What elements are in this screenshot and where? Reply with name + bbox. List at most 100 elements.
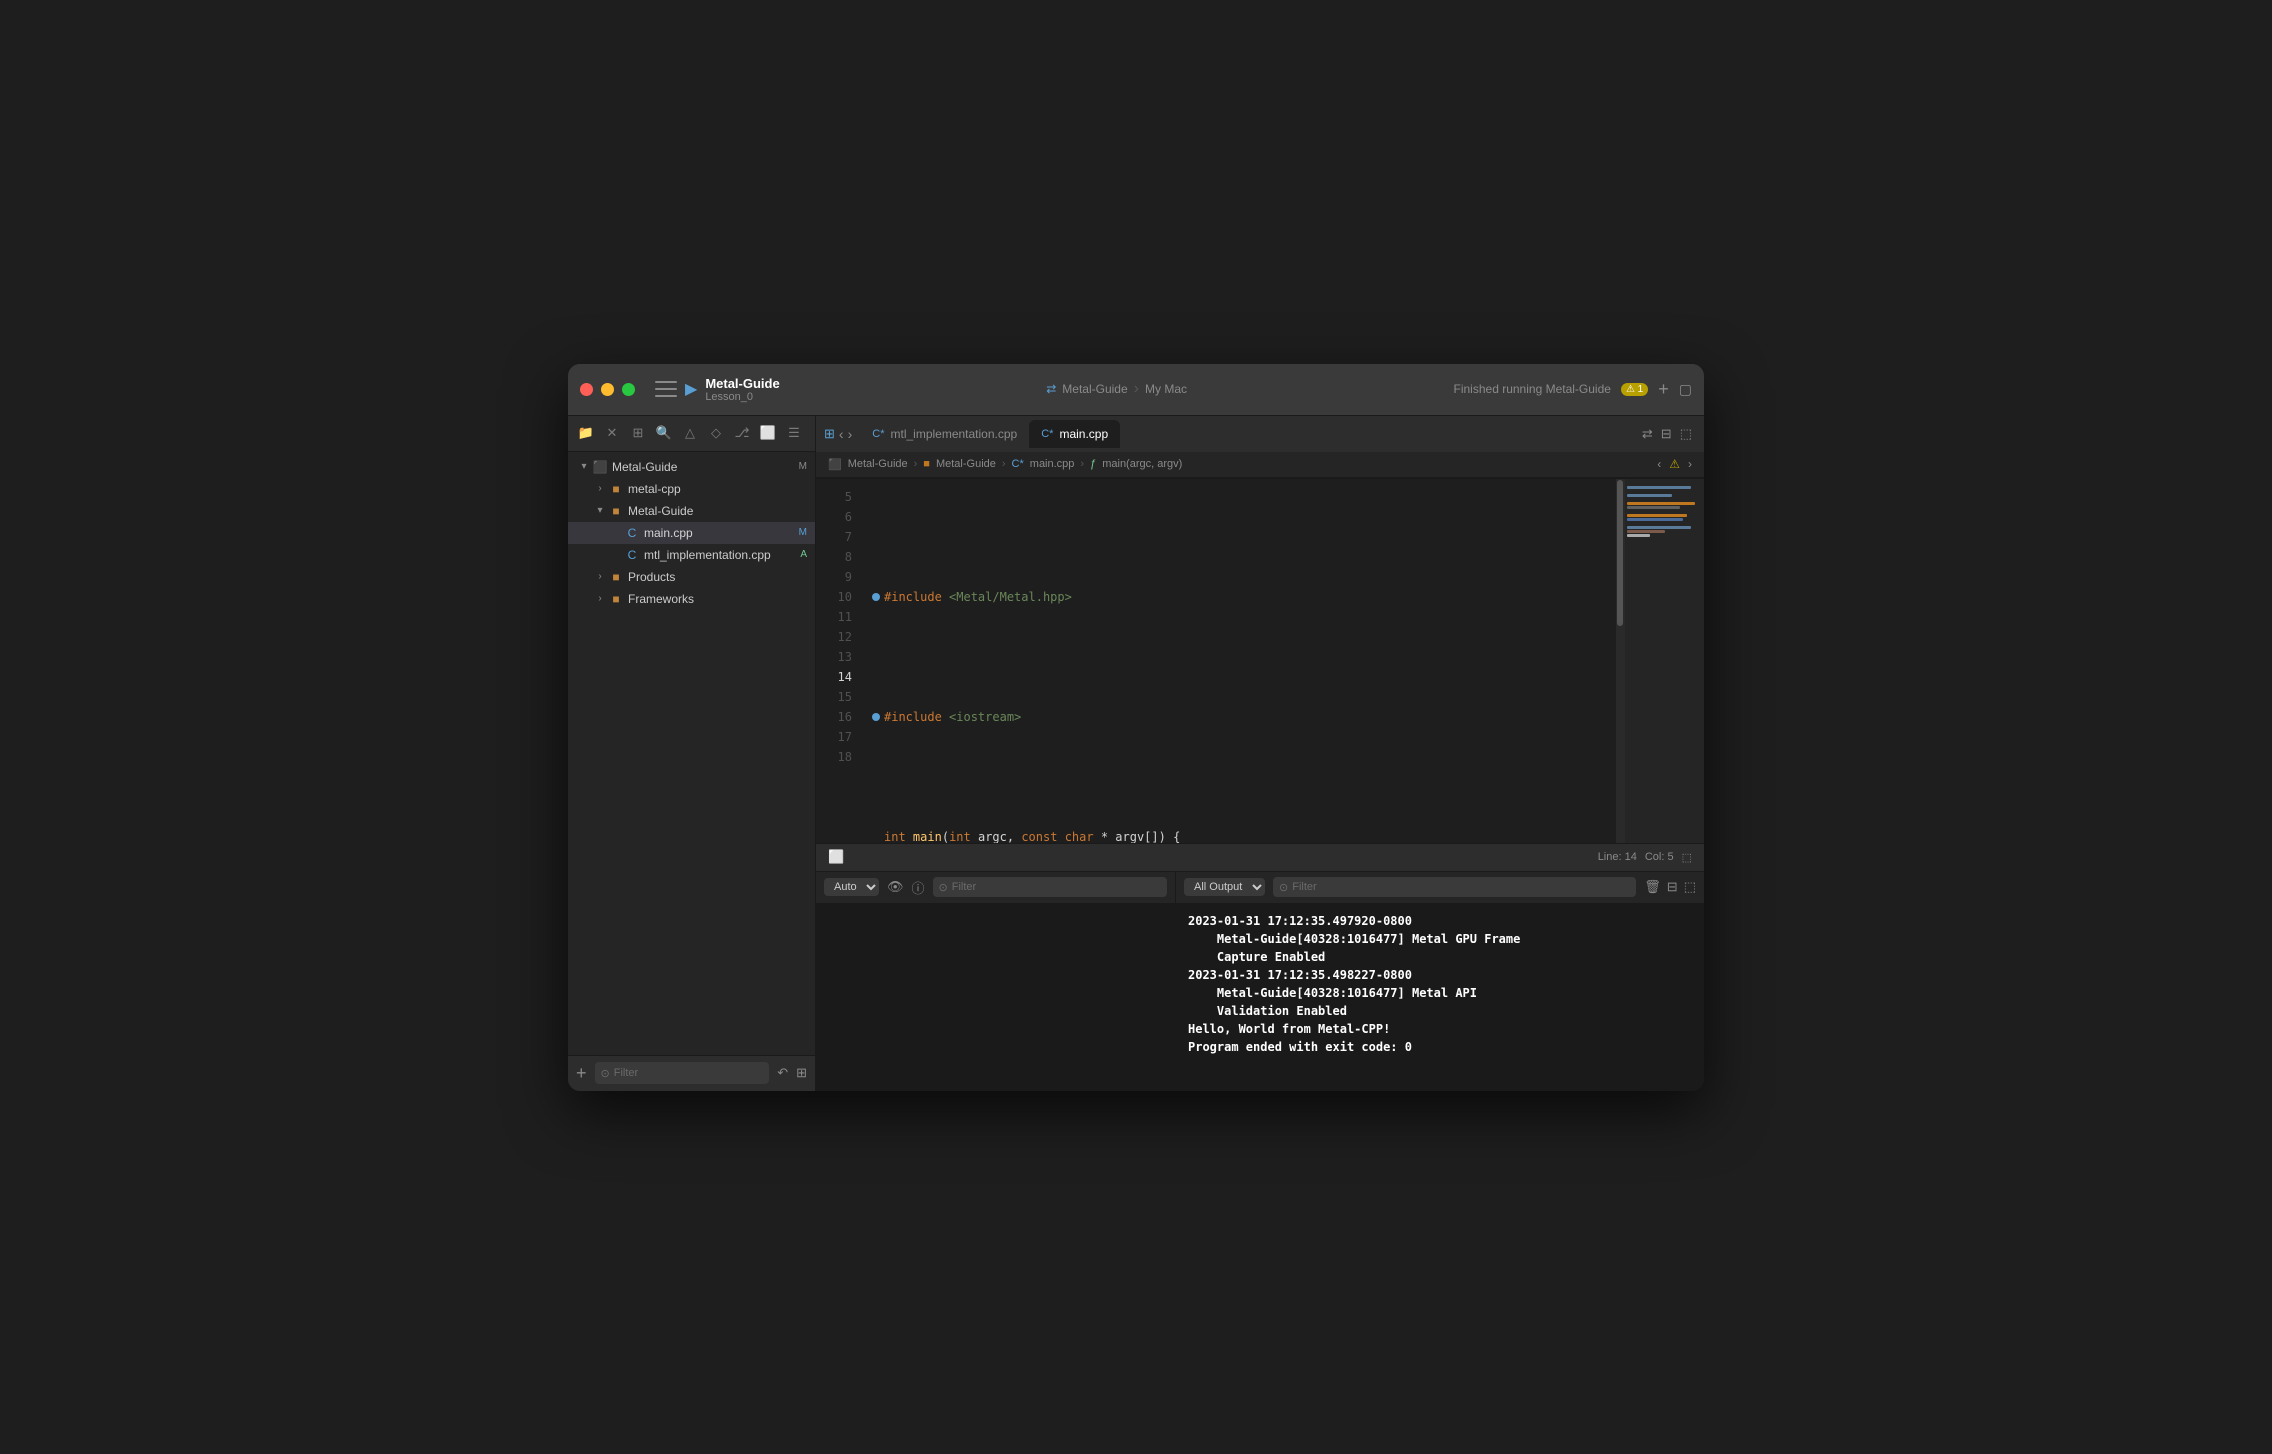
sidebar-item-main-cpp[interactable]: › C main.cpp M (568, 522, 815, 544)
badge-m: M (799, 461, 807, 472)
bc-sep2: › (1002, 458, 1006, 470)
include-path-2: <iostream> (949, 707, 1021, 727)
grid-view-icon[interactable]: ⊞ (824, 426, 835, 442)
right-filter[interactable]: ⊙ Filter (1273, 877, 1636, 897)
scheme-icon: ⇄ (1046, 382, 1056, 396)
space4: argc, (971, 827, 1022, 843)
bc-sep1: › (914, 458, 918, 470)
message-icon[interactable]: ⬜ (758, 423, 778, 443)
all-output-select[interactable]: All Output (1184, 878, 1265, 896)
diamond-icon[interactable]: ◇ (706, 423, 726, 443)
bc-file: main.cpp (1030, 458, 1075, 470)
auto-select[interactable]: Auto (824, 878, 879, 896)
sidebar-item-products[interactable]: › ■ Products (568, 566, 815, 588)
output-left-toolbar: Auto 👁 ⓘ ⊙ Filter (816, 872, 1175, 904)
breadcrumb-right: ‹ ⚠ › (1657, 457, 1692, 471)
sidebar-toolbar: 📁 ✕ ⊞ 🔍 △ ◇ ⎇ ⬜ ☰ (568, 416, 815, 452)
bc-project-icon: ⬛ (828, 458, 842, 471)
breadcrumb-sep1: › (1134, 380, 1139, 398)
git-icon[interactable]: ⎇ (732, 423, 752, 443)
console-output: 2023-01-31 17:12:35.497920-0800 Metal-Gu… (1176, 904, 1704, 1091)
sidebar-toggle-button[interactable] (655, 381, 677, 397)
left-output-content (816, 904, 1175, 1091)
filter-icon-left: ⊙ (939, 881, 948, 894)
code-editor[interactable]: 5 6 7 8 9 10 11 12 13 14 15 16 17 (816, 479, 1704, 843)
status-layout-icon[interactable]: ⬚ (1682, 851, 1692, 864)
editor-tabs: ⊞ ‹ › C* mtl_implementation.cpp C* main.… (816, 416, 1704, 452)
expand-icon[interactable]: ⬚ (1680, 426, 1692, 442)
sidebar-item-metal-guide-root[interactable]: ▾ ⬛ Metal-Guide M (568, 456, 815, 478)
status-terminal-icon: ⬜ (828, 849, 844, 865)
sidebar-filter[interactable]: ⊙ Filter (595, 1062, 770, 1084)
cpp-file2-icon: C (624, 547, 640, 563)
editor-breadcrumb: ⬛ Metal-Guide › ■ Metal-Guide › C* main.… (816, 452, 1704, 478)
warning-badge[interactable]: ⚠ 1 (1621, 383, 1648, 396)
nav-forward-icon[interactable]: › (848, 426, 853, 442)
chevron-right-icon: › (592, 481, 608, 497)
code-line-6: #include <Metal/Metal.hpp> (872, 587, 1616, 607)
sidebar-label-products: Products (628, 570, 675, 584)
run-status: Finished running Metal-Guide (1454, 382, 1611, 396)
sidebar-item-mtl-impl[interactable]: › C mtl_implementation.cpp A (568, 544, 815, 566)
info-icon[interactable]: ⓘ (912, 878, 925, 897)
sort-icon[interactable]: ⊞ (796, 1065, 807, 1081)
swap-icon[interactable]: ⇄ (1642, 426, 1653, 442)
output-right-panel: All Output ⊙ Filter 🗑 ⊟ ⬚ (1176, 872, 1704, 1091)
split-view-icon[interactable]: ⊟ (1661, 426, 1672, 442)
add-button[interactable]: + (1658, 379, 1669, 400)
caution-icon[interactable]: △ (680, 423, 700, 443)
sidebar-item-metal-cpp[interactable]: › ■ metal-cpp (568, 478, 815, 500)
main-area: 📁 ✕ ⊞ 🔍 △ ◇ ⎇ ⬜ ☰ ▾ ⬛ Metal-Guide M (568, 416, 1704, 1091)
project-subtitle: Lesson_0 (705, 391, 753, 403)
warning-filter-icon[interactable]: ✕ (602, 423, 622, 443)
const-kw: const (1021, 827, 1057, 843)
bc-nav-forward[interactable]: › (1688, 457, 1692, 471)
split-icon[interactable]: ⊟ (1667, 879, 1678, 895)
code-content[interactable]: #include <Metal/Metal.hpp> #include <ios… (864, 479, 1616, 843)
tab-main-cpp[interactable]: C* main.cpp (1029, 420, 1120, 448)
right-filter-label: Filter (1292, 881, 1316, 893)
nav-back-icon[interactable]: ‹ (839, 426, 844, 442)
inspector-toggle[interactable]: ▢ (1679, 381, 1692, 398)
cpp-file-icon: C (624, 525, 640, 541)
output-line-4: 2023-01-31 17:12:35.498227-0800 (1188, 966, 1692, 984)
code-line-10: int main ( int argc, const char * argv[]… (872, 827, 1616, 843)
code-line-7 (872, 647, 1616, 667)
breakpoint-8[interactable] (872, 713, 880, 721)
left-filter[interactable]: ⊙ Filter (933, 877, 1167, 897)
scrollbar-thumb (1617, 480, 1623, 626)
code-line-9 (872, 767, 1616, 787)
space1 (942, 587, 949, 607)
output-line-6: Validation Enabled (1188, 1002, 1692, 1020)
add-file-button[interactable]: + (576, 1064, 587, 1082)
list-icon[interactable]: ☰ (784, 423, 804, 443)
output-left-panel: Auto 👁 ⓘ ⊙ Filter (816, 872, 1176, 1091)
sidebar-label-main-cpp: main.cpp (644, 526, 693, 540)
tab-mtl-implementation[interactable]: C* mtl_implementation.cpp (860, 420, 1029, 448)
traffic-lights (580, 383, 635, 396)
minimize-button[interactable] (601, 383, 614, 396)
project-icon: ⬛ (592, 459, 608, 475)
editor-scrollbar[interactable] (1616, 479, 1624, 843)
sidebar-item-frameworks[interactable]: › ■ Frameworks (568, 588, 815, 610)
history-icon[interactable]: ↶ (777, 1065, 788, 1081)
trash-icon[interactable]: 🗑 (1644, 879, 1661, 895)
run-button[interactable]: ▶ (685, 379, 697, 399)
breakpoint-6[interactable] (872, 593, 880, 601)
sidebar-item-metal-guide-folder[interactable]: ▾ ■ Metal-Guide (568, 500, 815, 522)
eye-icon[interactable]: 👁 (887, 879, 904, 895)
titlebar-center: ⇄ Metal-Guide › My Mac (780, 380, 1454, 398)
bc-warning-icon[interactable]: ⚠ (1669, 457, 1680, 471)
filter-icon-right: ⊙ (1279, 881, 1288, 894)
folder-icon[interactable]: 📁 (576, 423, 596, 443)
search-icon[interactable]: 🔍 (654, 423, 674, 443)
output-area: Auto 👁 ⓘ ⊙ Filter (816, 871, 1704, 1091)
folder-metal-guide-icon: ■ (608, 503, 624, 519)
bc-nav-back[interactable]: ‹ (1657, 457, 1661, 471)
project-title: Metal-Guide (705, 376, 779, 391)
close-button[interactable] (580, 383, 593, 396)
left-filter-label: Filter (952, 881, 976, 893)
hierarchy-icon[interactable]: ⊞ (628, 423, 648, 443)
maximize-button[interactable] (622, 383, 635, 396)
expand2-icon[interactable]: ⬚ (1684, 879, 1696, 895)
